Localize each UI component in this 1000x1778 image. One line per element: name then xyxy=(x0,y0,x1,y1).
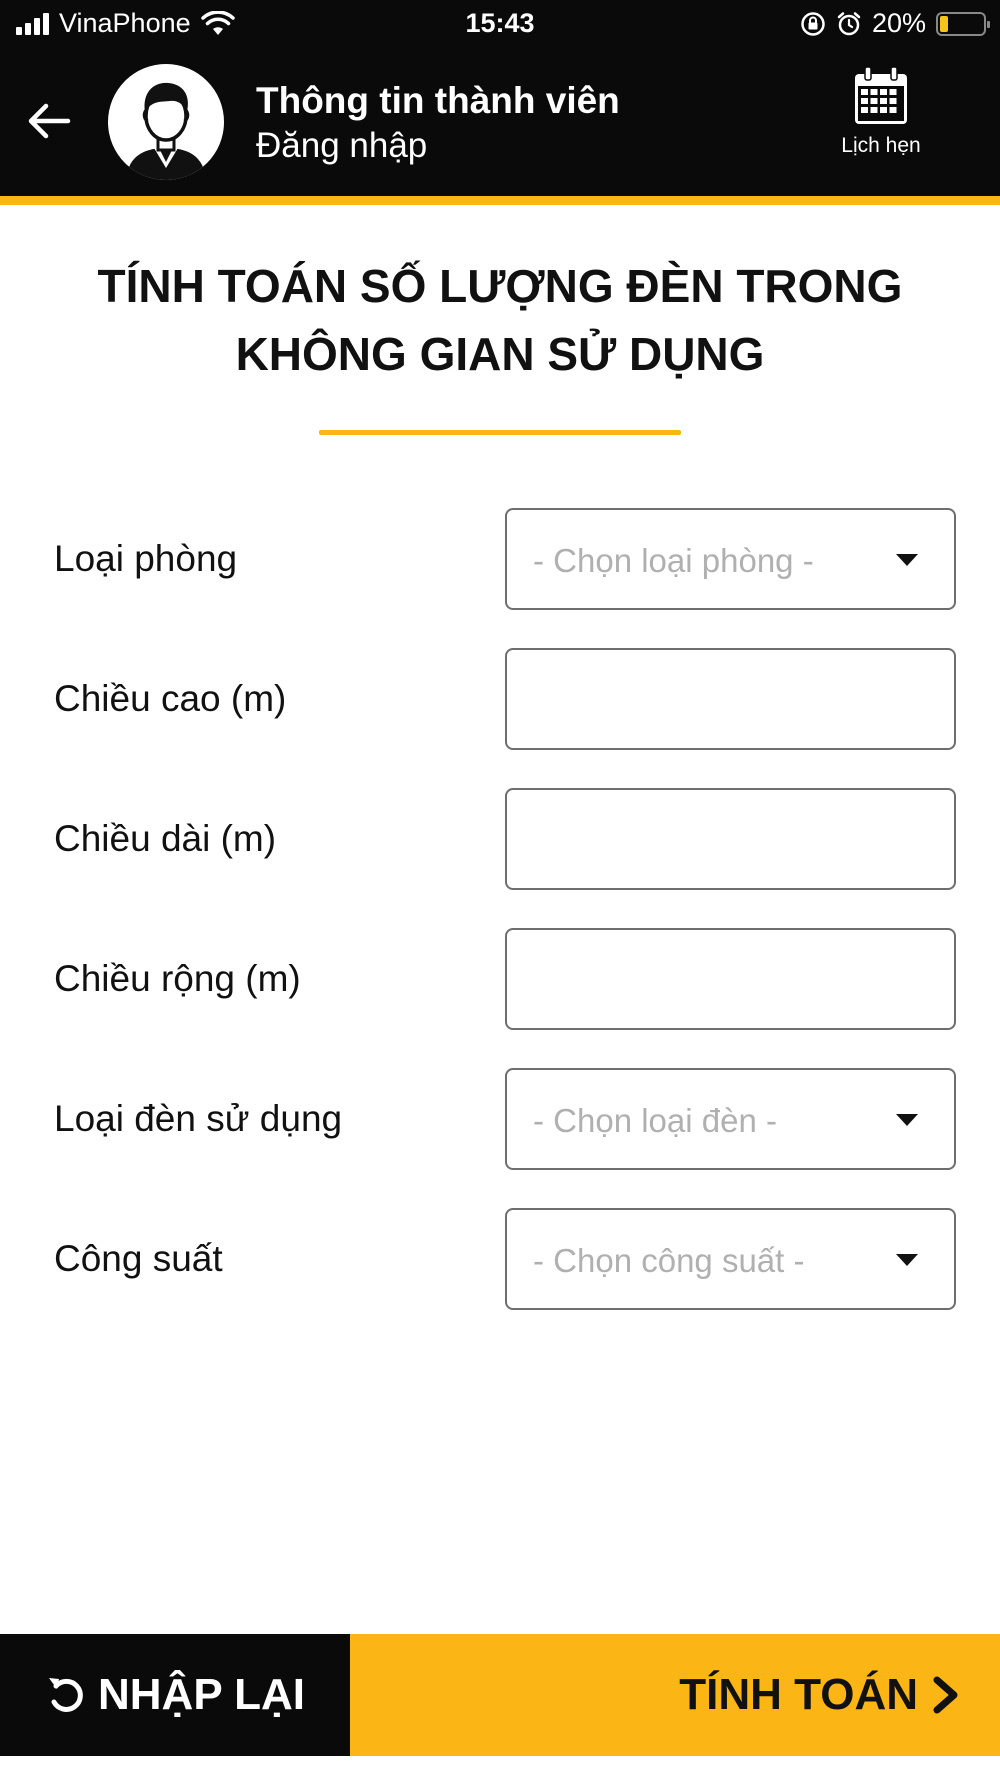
calendar-icon xyxy=(855,66,907,124)
height-field-box xyxy=(505,648,956,750)
page-title: TÍNH TOÁN SỐ LƯỢNG ĐÈN TRONG KHÔNG GIAN S… xyxy=(97,260,903,380)
status-bar: VinaPhone 15:43 20% xyxy=(0,0,1000,52)
chevron-down-icon xyxy=(896,1114,918,1126)
height-row: Chiều cao (m) xyxy=(0,648,1000,750)
width-field-box xyxy=(505,928,956,1030)
status-right: 20% xyxy=(800,8,990,39)
width-input[interactable] xyxy=(507,930,954,1028)
power-select[interactable]: - Chọn công suất - xyxy=(505,1208,956,1310)
room-type-row: Loại phòng - Chọn loại phòng - xyxy=(0,508,1000,610)
length-label: Chiều dài (m) xyxy=(54,818,277,859)
header-accent-line xyxy=(0,196,1000,205)
room-type-label: Loại phòng xyxy=(54,538,238,579)
user-avatar-icon[interactable] xyxy=(108,64,224,180)
width-row: Chiều rộng (m) xyxy=(0,928,1000,1030)
battery-icon xyxy=(936,11,990,36)
room-type-placeholder: - Chọn loại phòng - xyxy=(533,542,814,579)
power-label: Công suất xyxy=(54,1238,223,1279)
orientation-lock-icon xyxy=(801,11,825,36)
room-type-select[interactable]: - Chọn loại phòng - xyxy=(505,508,956,610)
alarm-icon xyxy=(837,11,861,35)
length-input[interactable] xyxy=(507,790,954,888)
battery-fill xyxy=(940,15,948,32)
length-row: Chiều dài (m) xyxy=(0,788,1000,890)
lamp-type-select[interactable]: - Chọn loại đèn - xyxy=(505,1068,956,1170)
reset-icon xyxy=(49,1678,83,1712)
app-header: Thông tin thành viên Đăng nhập Lịch hẹn xyxy=(0,52,1000,196)
height-label: Chiều cao (m) xyxy=(54,678,287,719)
width-label: Chiều rộng (m) xyxy=(54,958,301,999)
schedule-button[interactable]: Lịch hẹn xyxy=(826,66,936,186)
login-link[interactable]: Đăng nhập xyxy=(256,126,427,166)
lamp-type-row: Loại đèn sử dụng - Chọn loại đèn - xyxy=(0,1068,1000,1170)
reset-button[interactable]: NHẬP LẠI xyxy=(0,1634,350,1756)
back-arrow-icon[interactable] xyxy=(24,96,74,146)
calculate-label: TÍNH TOÁN xyxy=(679,1670,918,1719)
power-row: Công suất - Chọn công suất - xyxy=(0,1208,1000,1310)
battery-percent: 20% xyxy=(871,8,926,38)
chevron-down-icon xyxy=(896,1254,918,1266)
member-info-title: Thông tin thành viên xyxy=(256,80,620,121)
power-placeholder: - Chọn công suất - xyxy=(533,1242,805,1279)
bottom-safe-area xyxy=(0,1756,1000,1778)
height-input[interactable] xyxy=(507,650,954,748)
length-field-box xyxy=(505,788,956,890)
chevron-right-icon xyxy=(933,1676,958,1714)
lamp-type-label: Loại đèn sử dụng xyxy=(54,1098,343,1139)
reset-label: NHẬP LẠI xyxy=(98,1670,305,1719)
schedule-label: Lịch hẹn xyxy=(841,134,921,157)
title-divider xyxy=(319,430,681,435)
bottom-action-bar: NHẬP LẠI TÍNH TOÁN xyxy=(0,1634,1000,1756)
lamp-type-placeholder: - Chọn loại đèn - xyxy=(533,1102,777,1139)
calculate-button[interactable]: TÍNH TOÁN xyxy=(350,1634,1000,1756)
chevron-down-icon xyxy=(896,554,918,566)
